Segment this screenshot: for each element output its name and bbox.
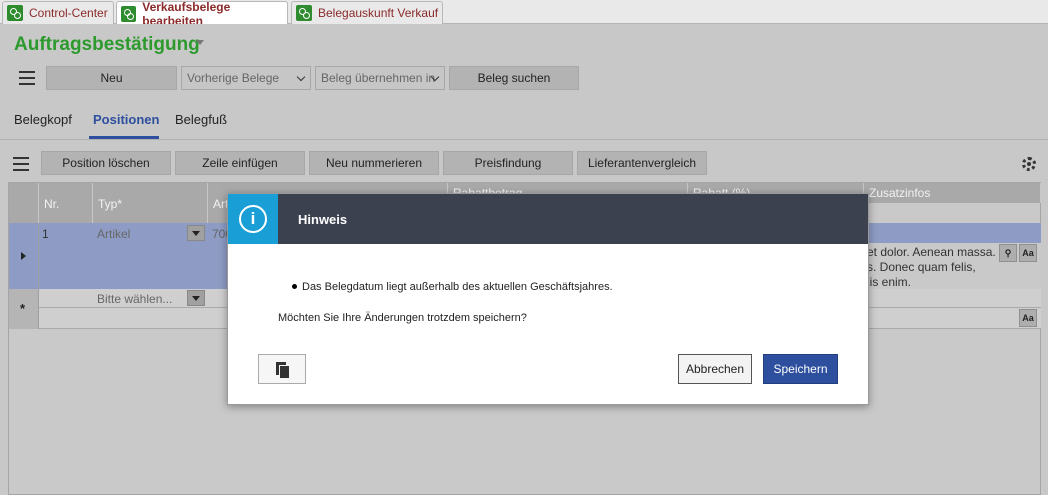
active-tab-indicator (89, 136, 159, 139)
dialog-header: i Hinweis (228, 194, 868, 244)
copy-button[interactable] (258, 354, 306, 384)
new-row-icon: * (20, 301, 26, 316)
app-icon (296, 5, 312, 21)
app-icon (7, 5, 23, 21)
font-format-button[interactable]: Aa (1019, 244, 1037, 262)
column-header-zusatzinfos[interactable]: Zusatzinfos (864, 183, 1041, 203)
tab-belegfuss[interactable]: Belegfuß (175, 112, 227, 127)
supplier-comparison-button[interactable]: Lieferantenvergleich (577, 151, 707, 175)
column-header-nr[interactable]: Nr. (39, 183, 93, 223)
menu-icon[interactable] (19, 71, 35, 85)
gear-icon[interactable] (1022, 157, 1036, 171)
tab-label: Belegauskunft Verkauf (318, 6, 439, 20)
save-button[interactable]: Speichern (763, 354, 838, 384)
tab-label: Control-Center (29, 6, 108, 20)
info-icon: i (239, 205, 267, 233)
take-over-label: Beleg übernehmen in (321, 71, 436, 85)
previous-documents-label: Vorherige Belege (187, 71, 280, 85)
document-tab-strip: Control-Center Verkaufsbelege bearbeiten… (0, 0, 1048, 28)
bullet-icon (292, 284, 297, 289)
take-over-dropdown[interactable]: Beleg übernehmen in (315, 66, 445, 90)
chevron-down-icon (296, 72, 306, 82)
new-row-typ[interactable]: Bitte wählen... (97, 292, 172, 306)
new-button[interactable]: Neu (46, 66, 177, 90)
search-icon[interactable]: ⚲ (999, 244, 1017, 262)
current-row-icon (21, 252, 26, 260)
font-format-button[interactable]: Aa (1019, 309, 1037, 327)
tab-belegkopf[interactable]: Belegkopf (14, 112, 72, 127)
tab-belegauskunft-verkauf[interactable]: Belegauskunft Verkauf (291, 1, 443, 24)
dialog-question: Möchten Sie Ihre Änderungen trotzdem spe… (278, 312, 527, 324)
previous-documents-dropdown[interactable]: Vorherige Belege (181, 66, 311, 90)
tab-positionen[interactable]: Positionen (93, 112, 159, 127)
typ-dropdown-icon[interactable] (187, 290, 205, 306)
row-text-line: s. Donec quam felis, (867, 260, 976, 274)
new-row-selector[interactable]: * (9, 289, 39, 329)
renumber-button[interactable]: Neu nummerieren (309, 151, 439, 175)
page-header: Auftragsbestätigung Neu Vorherige Belege… (0, 24, 1048, 98)
column-header-typ[interactable]: Typ* (93, 183, 208, 223)
delete-position-button[interactable]: Position löschen (41, 151, 171, 175)
copy-icon-front (279, 365, 289, 378)
page-title[interactable]: Auftragsbestätigung (14, 34, 200, 56)
insert-row-button[interactable]: Zeile einfügen (175, 151, 305, 175)
title-dropdown-icon[interactable] (196, 40, 204, 45)
row-typ[interactable]: Artikel (97, 227, 130, 241)
row-text-line: lis enim. (867, 275, 912, 289)
grid-header-corner (9, 183, 39, 223)
search-document-button[interactable]: Beleg suchen (449, 66, 579, 90)
tab-control-center[interactable]: Control-Center (2, 1, 114, 24)
tab-verkaufsbelege-bearbeiten[interactable]: Verkaufsbelege bearbeiten (116, 0, 288, 28)
row-selector[interactable] (9, 223, 39, 289)
info-icon-box: i (228, 194, 278, 244)
positions-menu-icon[interactable] (13, 157, 29, 171)
dialog-title: Hinweis (298, 212, 348, 227)
row-nr[interactable]: 1 (42, 227, 49, 241)
document-section-tabs: Belegkopf Positionen Belegfuß (0, 98, 1048, 140)
typ-dropdown-icon[interactable] (187, 225, 205, 241)
pricing-button[interactable]: Preisfindung (443, 151, 573, 175)
dialog-message: Das Belegdatum liegt außerhalb des aktue… (302, 281, 613, 293)
notice-dialog: i Hinweis Das Belegdatum liegt außerhalb… (227, 193, 869, 405)
row-text-line: et dolor. Aenean massa. (867, 245, 996, 259)
cancel-button[interactable]: Abbrechen (678, 354, 752, 384)
app-icon (121, 5, 137, 22)
